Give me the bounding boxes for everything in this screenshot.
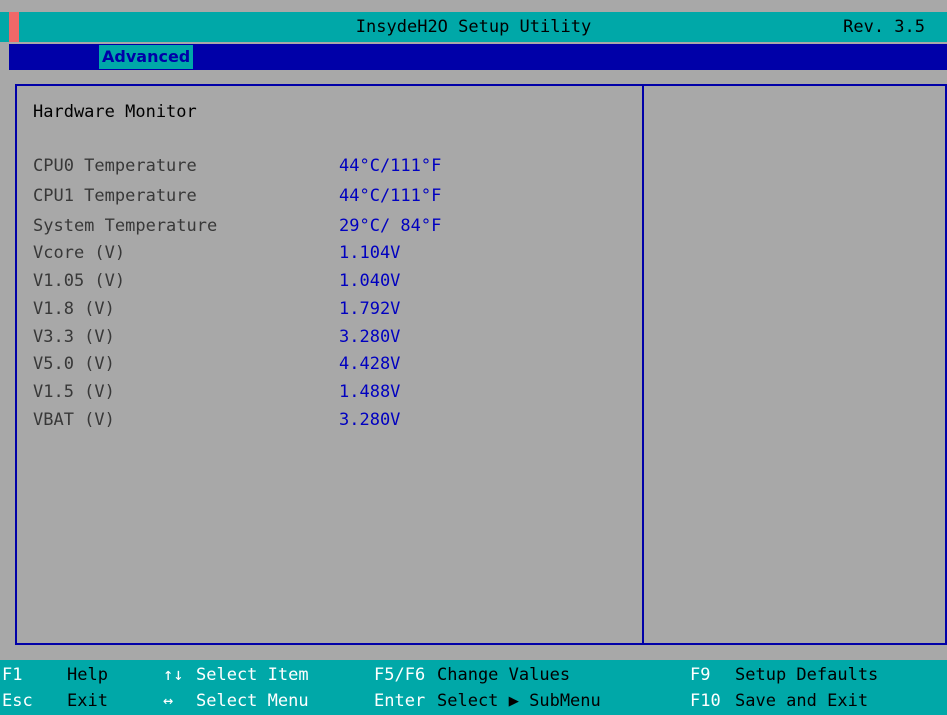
cpu0-temperature-label: CPU0 Temperature bbox=[33, 156, 197, 176]
v18-value: 1.792V bbox=[339, 299, 401, 319]
v15-label: V1.5 (V) bbox=[33, 382, 115, 402]
enter-key[interactable]: Enter bbox=[374, 689, 425, 713]
v105-value: 1.040V bbox=[339, 271, 401, 291]
v50-label: V5.0 (V) bbox=[33, 354, 115, 374]
cpu1-temperature-value: 44°C/111°F bbox=[339, 186, 442, 206]
v18-label: V1.8 (V) bbox=[33, 299, 115, 319]
vcore-label: Vcore (V) bbox=[33, 243, 126, 263]
vbat-value: 3.280V bbox=[339, 410, 401, 430]
select-submenu-label: Select ▶ SubMenu bbox=[437, 691, 601, 711]
save-and-exit-label: Save and Exit bbox=[735, 691, 869, 711]
f10-key[interactable]: F10 bbox=[690, 689, 721, 713]
app-title: InsydeH2O Setup Utility bbox=[355, 17, 592, 37]
cpu1-temperature-label: CPU1 Temperature bbox=[33, 186, 197, 206]
left-right-arrows-icon: ↔ bbox=[163, 691, 174, 711]
bios-screen: InsydeH2O Setup Utility Rev. 3.5 Advance… bbox=[0, 0, 947, 715]
v33-label: V3.3 (V) bbox=[33, 327, 115, 347]
setup-defaults-label: Setup Defaults bbox=[735, 665, 879, 685]
esc-exit-label: Exit bbox=[67, 691, 108, 711]
tab-advanced[interactable]: Advanced bbox=[99, 45, 194, 69]
cpu0-temperature-value: 44°C/111°F bbox=[339, 156, 442, 176]
up-down-arrows-icon: ↑↓ bbox=[163, 665, 184, 685]
v50-value: 4.428V bbox=[339, 354, 401, 374]
section-title: Hardware Monitor bbox=[33, 102, 197, 122]
vbat-label: VBAT (V) bbox=[33, 410, 115, 430]
system-temperature-label: System Temperature bbox=[33, 216, 218, 236]
f5-f6-key[interactable]: F5/F6 bbox=[374, 663, 425, 687]
system-temperature-value: 29°C/ 84°F bbox=[339, 216, 442, 236]
f1-help-label: Help bbox=[67, 665, 108, 685]
esc-key[interactable]: Esc bbox=[2, 689, 33, 713]
f1-key[interactable]: F1 bbox=[2, 663, 22, 687]
v105-label: V1.05 (V) bbox=[33, 271, 126, 291]
v33-value: 3.280V bbox=[339, 327, 401, 347]
v15-value: 1.488V bbox=[339, 382, 401, 402]
revision-label: Rev. 3.5 bbox=[843, 17, 925, 37]
f9-key[interactable]: F9 bbox=[690, 663, 710, 687]
change-values-label: Change Values bbox=[437, 665, 571, 685]
select-item-label: Select Item bbox=[196, 665, 309, 685]
select-menu-label: Select Menu bbox=[196, 691, 309, 711]
help-panel bbox=[644, 84, 947, 645]
vcore-value: 1.104V bbox=[339, 243, 401, 263]
